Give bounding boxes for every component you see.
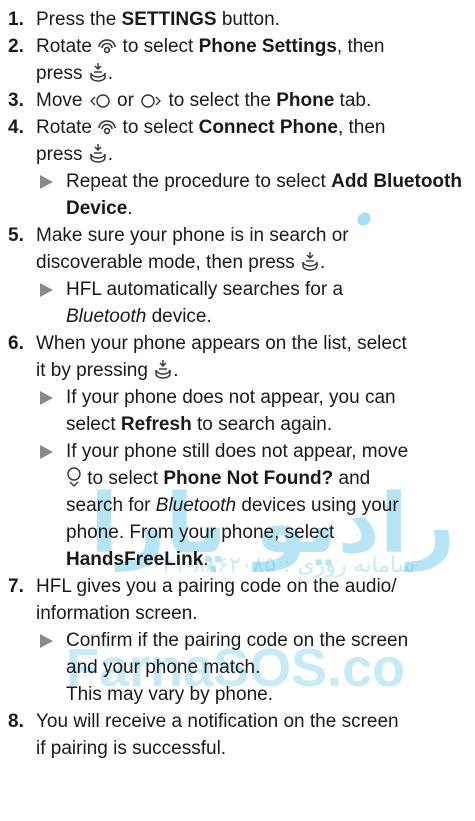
step-number: 7. — [8, 576, 24, 597]
step-text: press — [36, 144, 88, 165]
step-text: search for — [66, 495, 156, 516]
step-number: 3. — [8, 90, 24, 111]
handsfreelink-label: HandsFreeLink — [66, 549, 204, 570]
phone-not-found-label: Phone Not Found? — [163, 468, 334, 489]
step-text: If your phone does not appear, you can — [66, 387, 396, 408]
step-text: . — [173, 360, 179, 381]
step-text: . — [107, 63, 114, 84]
connect-phone-label: Connect Phone — [198, 117, 338, 138]
step-number: 1. — [8, 9, 24, 30]
step-text: Repeat the procedure to select — [66, 171, 332, 192]
step-text: press — [36, 63, 88, 84]
step-text: . — [107, 144, 114, 165]
press-knob-icon — [300, 251, 320, 271]
step-text: it by pressing — [36, 360, 154, 381]
triangle-bullet-icon — [40, 445, 53, 459]
step-text: Make sure your phone is in search or — [36, 225, 349, 246]
step-text: device. — [146, 306, 212, 327]
step-text: phone. From your phone, select — [66, 522, 335, 543]
step-text: to search again. — [191, 414, 333, 435]
press-knob-icon — [88, 143, 108, 163]
step-number: 8. — [8, 711, 24, 732]
substep-4a: Repeat the procedure to select Add Bluet… — [8, 168, 465, 222]
step-2: 2. Rotate to select Phone Settings, then… — [8, 33, 465, 87]
triangle-bullet-icon — [40, 634, 53, 648]
bluetooth-italic: Bluetooth — [155, 495, 237, 516]
step-text: Rotate — [36, 36, 98, 57]
substep-6b: If your phone still does not appear, mov… — [8, 438, 465, 573]
step-text: . — [320, 252, 326, 273]
rotate-knob-icon — [97, 118, 117, 136]
move-right-knob-icon — [139, 93, 163, 109]
substep-6a: If your phone does not appear, you can s… — [8, 384, 465, 438]
step-text: devices using your — [236, 495, 399, 516]
triangle-bullet-icon — [40, 391, 53, 405]
step-text: and your phone match. — [66, 657, 261, 678]
move-left-knob-icon — [88, 93, 112, 109]
bluetooth-italic: Bluetooth — [66, 306, 147, 327]
step-number: 2. — [8, 36, 24, 57]
step-8: 8. You will receive a notification on th… — [8, 708, 465, 762]
settings-label: SETTINGS — [121, 9, 217, 30]
step-7: 7. HFL gives you a pairing code on the a… — [8, 573, 465, 627]
step-text: select — [66, 414, 121, 435]
step-text: Press the — [36, 9, 122, 30]
step-text: if pairing is successful. — [36, 738, 227, 759]
step-text: Rotate — [36, 117, 98, 138]
step-text: to select the — [163, 90, 277, 111]
step-number: 5. — [8, 225, 24, 246]
step-text: information screen. — [36, 603, 198, 624]
step-text: to select — [117, 36, 199, 57]
phone-settings-label: Phone Settings — [198, 36, 337, 57]
triangle-bullet-icon — [40, 175, 53, 189]
step-5: 5. Make sure your phone is in search or … — [8, 222, 465, 276]
step-text: Move — [36, 90, 88, 111]
step-text: button. — [216, 9, 280, 30]
step-text: HFL gives you a pairing code on the audi… — [36, 576, 397, 597]
step-text: to select — [117, 117, 199, 138]
step-text: When your phone appears on the list, sel… — [36, 333, 407, 354]
instruction-list: 1. Press the SETTINGS button. 2. Rotate … — [0, 0, 475, 762]
step-1: 1. Press the SETTINGS button. — [8, 6, 465, 33]
step-number: 4. — [8, 117, 24, 138]
step-text: , then — [336, 36, 385, 57]
step-3: 3. Move or to select the Phone tab. — [8, 87, 465, 114]
step-text: If your phone still does not appear, mov… — [66, 441, 409, 462]
step-text: . — [127, 198, 133, 219]
step-text: discoverable mode, then press — [36, 252, 301, 273]
refresh-label: Refresh — [120, 414, 192, 435]
step-text: This may vary by phone. — [66, 684, 273, 705]
triangle-bullet-icon — [40, 283, 53, 297]
step-number: 6. — [8, 333, 24, 354]
rotate-knob-icon — [97, 37, 117, 55]
step-text: tab. — [334, 90, 372, 111]
step-text: You will receive a notification on the s… — [36, 711, 399, 732]
step-text: . — [203, 549, 209, 570]
substep-5a: HFL automatically searches for a Bluetoo… — [8, 276, 465, 330]
phone-tab-label: Phone — [276, 90, 335, 111]
step-4: 4. Rotate to select Connect Phone, then … — [8, 114, 465, 168]
move-down-knob-icon — [66, 467, 82, 487]
step-6: 6. When your phone appears on the list, … — [8, 330, 465, 384]
press-knob-icon — [153, 359, 173, 379]
step-text: to select — [82, 468, 164, 489]
step-text: HFL automatically searches for a — [66, 279, 344, 300]
press-knob-icon — [88, 62, 108, 82]
step-text: Confirm if the pairing code on the scree… — [66, 630, 409, 651]
step-text: , then — [337, 117, 386, 138]
step-text: or — [111, 90, 140, 111]
step-text: and — [333, 468, 371, 489]
substep-7a: Confirm if the pairing code on the scree… — [8, 627, 465, 708]
